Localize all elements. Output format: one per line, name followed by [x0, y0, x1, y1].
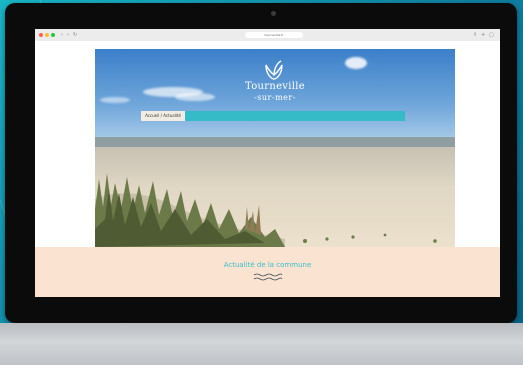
dune-grass	[95, 173, 437, 247]
wave-divider-icon	[253, 273, 283, 281]
menu-item-accueil[interactable]: Accueil / Actualité	[141, 111, 185, 121]
back-icon[interactable]: ‹	[61, 32, 63, 38]
menu-item[interactable]	[303, 111, 343, 121]
main-menu: Accueil / Actualité	[141, 111, 405, 121]
web-page: Tourneville -sur-mer- Accueil / Actualit…	[35, 41, 500, 297]
hero-sea	[95, 137, 455, 147]
camera-icon	[271, 11, 276, 16]
maximize-window-icon[interactable]	[51, 33, 55, 37]
share-icon[interactable]: ⇧	[473, 32, 477, 38]
menu-item[interactable]	[237, 111, 297, 121]
cloud	[100, 97, 130, 103]
logo-subtitle: -sur-mer-	[254, 93, 296, 102]
section-title: Actualité de la commune	[223, 261, 312, 269]
logo-name: Tourneville	[245, 81, 305, 92]
hero-banner: Tourneville -sur-mer- Accueil / Actualit…	[95, 49, 455, 247]
close-window-icon[interactable]	[39, 33, 43, 37]
monitor: ‹ › ↻ tourneville.fr ⇧ + ▢ Tourneville -…	[5, 3, 517, 323]
menu-item[interactable]	[349, 111, 375, 121]
tabs-icon[interactable]: ▢	[489, 32, 494, 38]
logo-icon	[265, 60, 283, 80]
menu-item[interactable]	[379, 111, 403, 121]
forward-icon[interactable]: ›	[67, 32, 69, 38]
menu-item[interactable]	[191, 111, 231, 121]
cloud	[345, 57, 367, 69]
monitor-chin	[0, 323, 523, 365]
screen: ‹ › ↻ tourneville.fr ⇧ + ▢ Tourneville -…	[35, 29, 500, 297]
news-section: Actualité de la commune	[35, 247, 500, 297]
refresh-icon[interactable]: ↻	[73, 32, 77, 38]
add-tab-icon[interactable]: +	[481, 32, 485, 38]
minimize-window-icon[interactable]	[45, 33, 49, 37]
cloud	[175, 93, 215, 101]
address-bar[interactable]: tourneville.fr	[245, 32, 303, 38]
